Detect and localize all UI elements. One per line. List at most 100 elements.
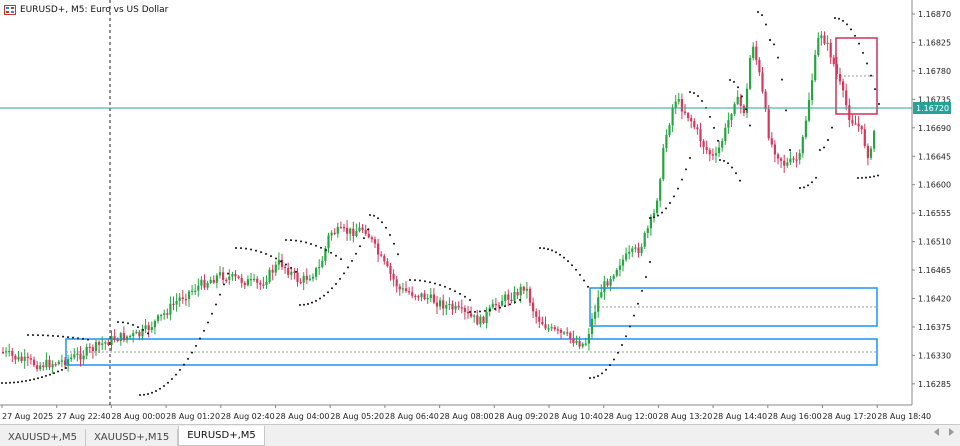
sar-dot <box>5 381 7 384</box>
sar-dot <box>685 168 687 171</box>
sar-dot <box>57 335 59 338</box>
sar-dot <box>265 252 267 255</box>
candle-body <box>730 114 733 121</box>
candle-body <box>798 153 801 160</box>
tab-eurusd-m5[interactable]: EURUSD+,M5 <box>178 426 265 446</box>
candle-body <box>733 104 736 115</box>
candle-body <box>153 320 156 328</box>
candle-body <box>584 343 587 345</box>
candle-body <box>789 158 792 163</box>
sar-dot <box>41 376 43 379</box>
sar-dot <box>789 149 791 151</box>
sar-dot <box>583 279 585 282</box>
sar-dot <box>757 11 759 13</box>
sar-dot <box>617 351 619 354</box>
sar-dot <box>299 304 301 306</box>
sar-dot <box>163 384 165 387</box>
candle-body <box>265 281 268 285</box>
tab-xauusd-m15[interactable]: XAUUSD+,M15 <box>86 429 179 446</box>
sar-dot <box>709 115 711 118</box>
candle-body <box>687 113 690 119</box>
candle-body <box>147 325 150 330</box>
tab-xauusd-m5[interactable]: XAUUSD+,M5 <box>0 429 86 446</box>
candle-body <box>860 126 863 130</box>
scroll-right-icon[interactable] <box>949 428 954 436</box>
sar-dot <box>331 287 333 290</box>
candle-body <box>457 305 460 308</box>
sar-dot <box>414 279 416 282</box>
sar-dot <box>449 287 451 290</box>
candle-body <box>463 307 466 312</box>
candle-body <box>476 315 479 325</box>
candle-body <box>532 302 535 312</box>
scroll-left-icon[interactable] <box>934 428 939 436</box>
candle-body <box>82 355 85 360</box>
candle-body <box>553 327 556 330</box>
sar-dot <box>25 379 27 382</box>
sar-dot <box>42 334 44 337</box>
price-tick-label: 1.16645 <box>918 152 951 161</box>
candle-body <box>563 332 566 334</box>
price-chart[interactable]: 1.168701.168251.167801.167351.166901.166… <box>0 0 960 424</box>
sar-dot <box>327 291 329 294</box>
candle-body <box>519 286 522 296</box>
sar-dot <box>831 126 833 129</box>
sar-dot <box>862 51 864 54</box>
candle-body <box>510 299 513 302</box>
chart-area[interactable]: 1.16870 1.16825 1.16780 1.16735 1.16690 1.166… <box>0 0 960 424</box>
candle-body <box>349 228 352 234</box>
candle-body <box>507 294 510 300</box>
sar-dot <box>373 214 375 217</box>
time-tick-label: 27 Aug 2025 <box>2 412 53 421</box>
sar-dot <box>245 247 247 250</box>
sar-dot <box>781 78 783 81</box>
sar-dot <box>319 297 321 300</box>
candle-body <box>321 260 324 268</box>
candle-body <box>535 311 538 317</box>
candle-body <box>45 359 48 368</box>
sar-dot <box>723 159 725 162</box>
sar-dot <box>727 162 729 165</box>
sar-dot <box>340 258 342 261</box>
candle-body <box>408 291 411 293</box>
candle-body <box>386 261 389 266</box>
price-tick-label: 1.16465 <box>918 266 951 275</box>
sar-dot <box>49 373 51 376</box>
sar-dot <box>741 95 743 98</box>
candle-body <box>835 64 838 75</box>
candle-body <box>228 276 231 280</box>
sar-dot <box>325 249 327 252</box>
sar-dot <box>227 272 229 275</box>
sar-dot <box>731 166 733 169</box>
sar-dot <box>641 289 643 292</box>
candle-body <box>631 248 634 252</box>
time-tick-label: 28 Aug 12:00 <box>604 412 658 421</box>
candle-body <box>352 228 355 237</box>
candle-body <box>628 251 631 254</box>
sar-dot <box>355 252 357 255</box>
candle-body <box>637 247 640 254</box>
candle-body <box>346 227 349 234</box>
candle-body <box>485 312 488 324</box>
candle-body <box>284 266 287 269</box>
candle-body <box>569 332 572 339</box>
sar-dot <box>211 312 213 315</box>
sar-dot <box>589 377 591 379</box>
candle-body <box>491 303 494 308</box>
candle-body <box>826 42 829 44</box>
candle-body <box>194 290 197 292</box>
candle-body <box>547 328 550 330</box>
sar-dot <box>215 303 217 306</box>
candle-body <box>23 356 26 362</box>
sar-dot <box>669 202 671 204</box>
sar-dot <box>300 240 302 243</box>
candle-body <box>479 316 482 325</box>
sar-dot <box>207 321 209 324</box>
sar-dot <box>575 268 577 271</box>
candle-body <box>640 246 643 254</box>
sar-dot <box>749 124 751 127</box>
candle-body <box>8 350 11 353</box>
sar-dot <box>593 376 595 379</box>
sar-dot <box>769 39 771 41</box>
candle-body <box>315 268 318 277</box>
